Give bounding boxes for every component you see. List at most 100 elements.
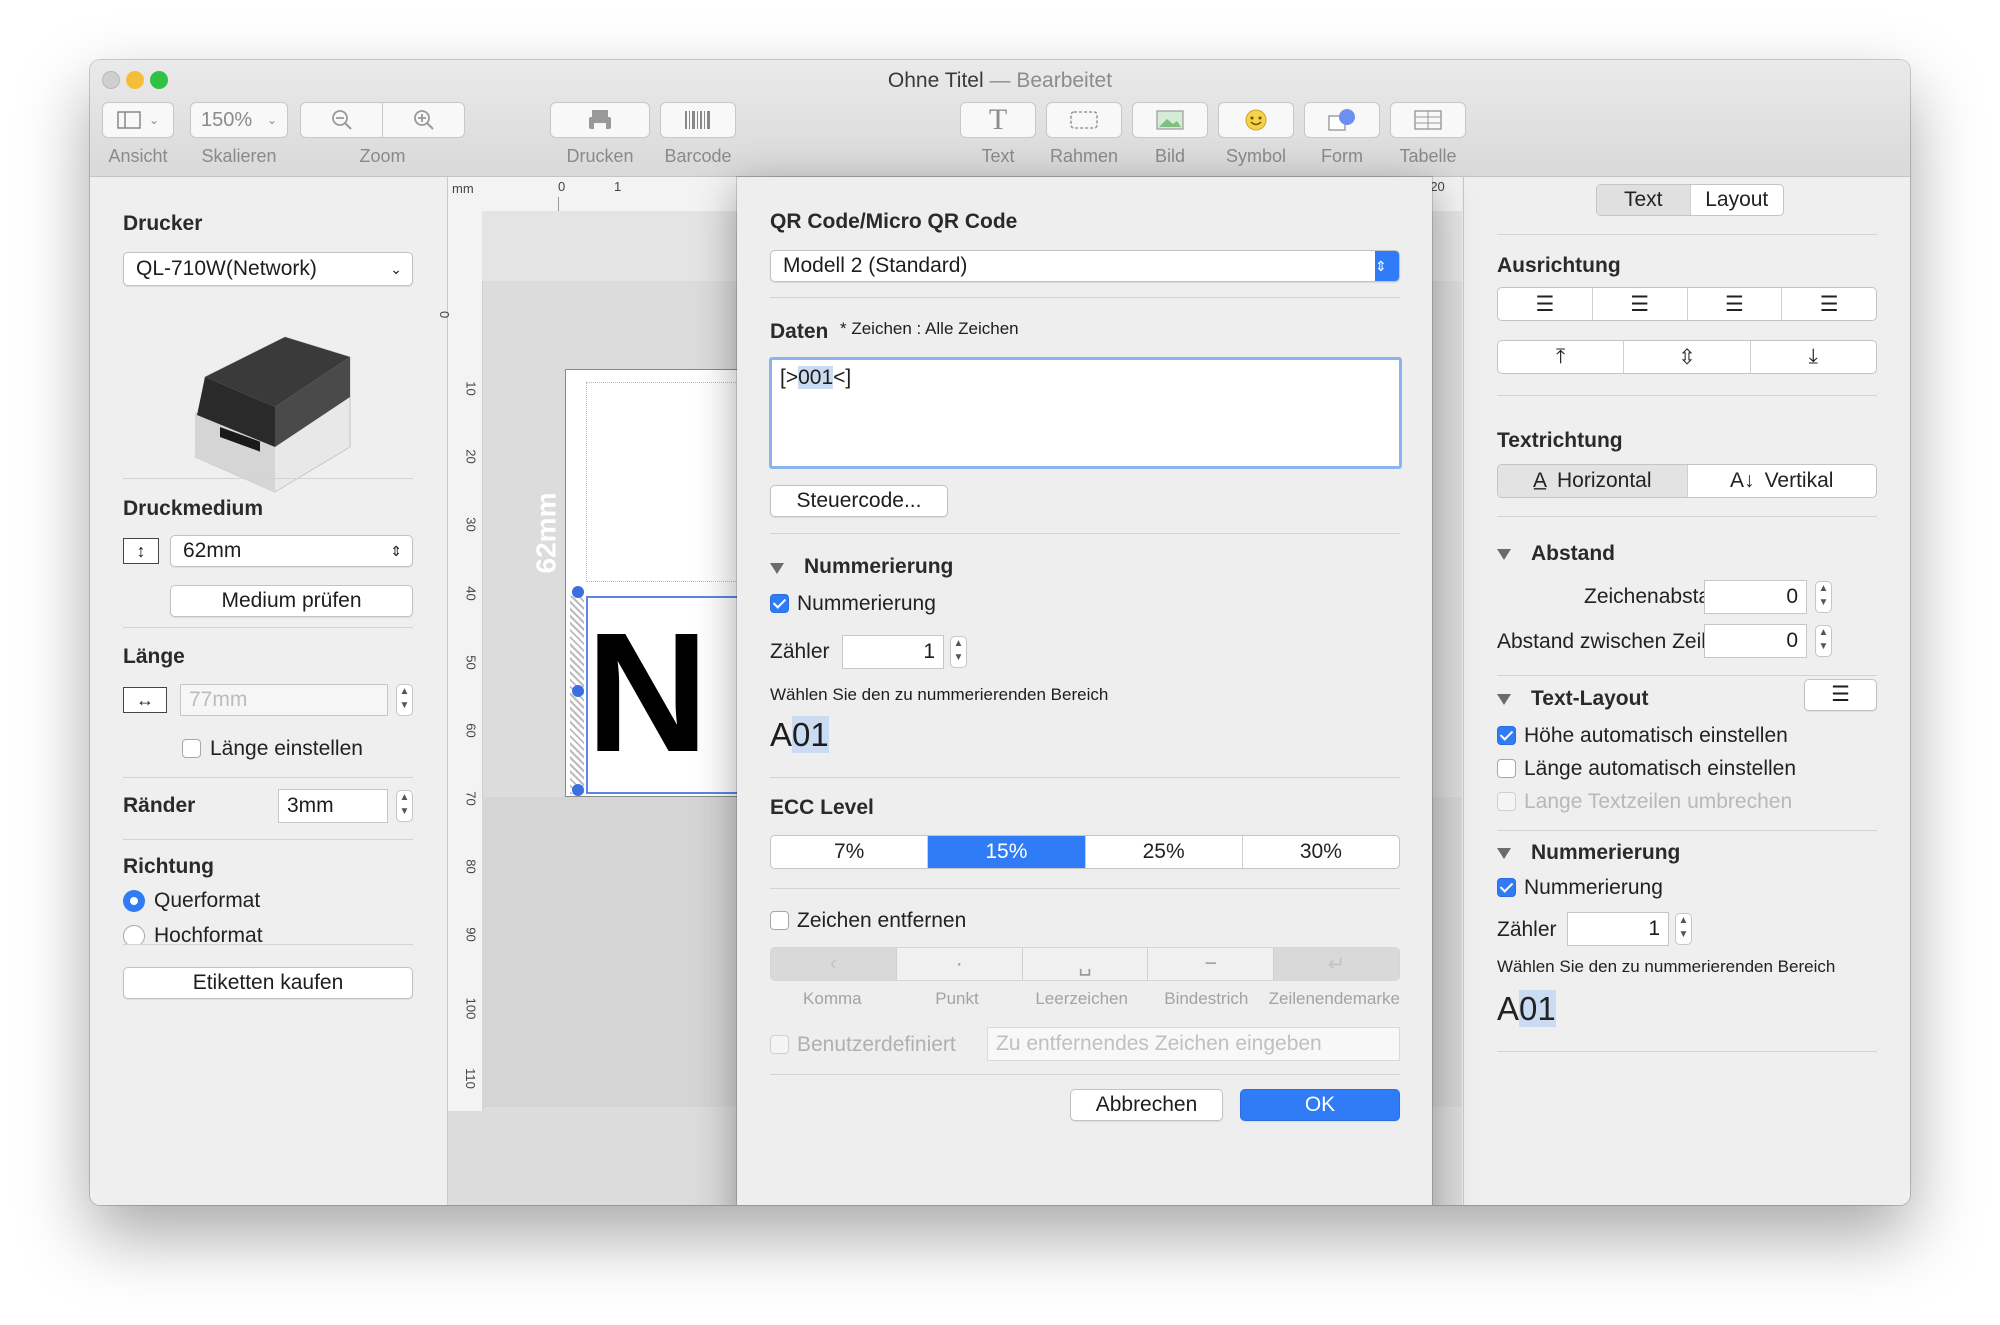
- barcode-button[interactable]: [660, 102, 736, 138]
- portrait-option[interactable]: Hochformat: [123, 919, 413, 944]
- scale-dropdown[interactable]: 150% ⌄: [190, 102, 288, 138]
- vertical-alignment-control[interactable]: ⤒ ⇳ ⤓: [1497, 340, 1877, 374]
- zoom-label: Zoom: [359, 146, 406, 166]
- align-center-button[interactable]: ☰: [1593, 288, 1688, 320]
- line-spacing-field[interactable]: 0: [1704, 624, 1807, 658]
- set-length-checkbox[interactable]: [182, 739, 201, 758]
- text-layout-button[interactable]: ☰: [1804, 679, 1877, 711]
- tab-layout[interactable]: Layout: [1691, 185, 1784, 215]
- data-textarea[interactable]: [>001<]: [769, 357, 1402, 469]
- numbering-checkbox[interactable]: [1497, 878, 1516, 897]
- length-stepper[interactable]: ▲ ▼: [396, 684, 413, 716]
- dialog-numbering-checkbox[interactable]: [770, 594, 789, 613]
- zoom-in-button[interactable]: [382, 102, 465, 138]
- insert-text-button[interactable]: T: [960, 102, 1036, 138]
- resize-handle[interactable]: [572, 586, 584, 598]
- portrait-radio[interactable]: [123, 925, 145, 944]
- insert-frame-button[interactable]: [1046, 102, 1122, 138]
- align-bottom-button[interactable]: ⤓: [1751, 341, 1876, 373]
- numbering-range-selector[interactable]: A01: [1497, 990, 1556, 1028]
- ruler-label: 70: [463, 791, 479, 806]
- chevron-down-icon: ⌄: [148, 113, 160, 127]
- disclosure-triangle-icon[interactable]: [1497, 848, 1511, 859]
- ruler-label: 100: [463, 997, 479, 1020]
- media-select[interactable]: 62mm ⇕: [170, 535, 413, 567]
- printer-select[interactable]: QL-710W(Network) ⌄: [123, 252, 413, 286]
- custom-chars-field[interactable]: Zu entfernendes Zeichen eingeben: [987, 1027, 1400, 1061]
- ecc-option-30[interactable]: 30%: [1243, 836, 1399, 868]
- remove-line-end-button[interactable]: ↵: [1274, 948, 1399, 980]
- insert-table-button[interactable]: [1390, 102, 1466, 138]
- view-button[interactable]: ⌄: [102, 102, 174, 138]
- margins-stepper[interactable]: ▲ ▼: [396, 790, 413, 822]
- align-top-button[interactable]: ⤒: [1498, 341, 1625, 373]
- auto-height-label: Höhe automatisch einstellen: [1524, 724, 1788, 747]
- remove-comma-button[interactable]: ‹: [771, 948, 897, 980]
- vertical-direction-button[interactable]: A↓ Vertikal: [1688, 465, 1877, 497]
- align-left-button[interactable]: ☰: [1498, 288, 1593, 320]
- zoom-value: 150%: [201, 108, 253, 131]
- disclosure-triangle-icon[interactable]: [770, 563, 784, 574]
- print-button[interactable]: [550, 102, 650, 138]
- disclosure-triangle-icon[interactable]: [1497, 694, 1511, 705]
- properties-tabs[interactable]: Text Layout: [1596, 184, 1784, 216]
- ecc-option-7[interactable]: 7%: [771, 836, 929, 868]
- insert-shape-button[interactable]: [1304, 102, 1380, 138]
- align-justify-button[interactable]: ☰: [1782, 288, 1876, 320]
- horizontal-alignment-control[interactable]: ☰ ☰ ☰ ☰: [1497, 287, 1877, 321]
- ruler-label: 0: [558, 179, 566, 194]
- remove-period-button[interactable]: ·: [897, 948, 1023, 980]
- landscape-radio[interactable]: [123, 890, 145, 912]
- horizontal-direction-button[interactable]: A̲ Horizontal: [1498, 465, 1688, 497]
- wrap-checkbox[interactable]: [1497, 792, 1516, 811]
- qr-model-select[interactable]: Modell 2 (Standard) ⇕: [770, 250, 1400, 282]
- char-spacing-field[interactable]: 0: [1704, 580, 1807, 614]
- ecc-option-15[interactable]: 15%: [928, 836, 1086, 868]
- tab-text[interactable]: Text: [1597, 185, 1691, 215]
- divider: [1497, 1051, 1877, 1052]
- print-label: Drucken: [566, 146, 634, 166]
- zoom-out-button[interactable]: [300, 102, 383, 138]
- dialog-counter-field[interactable]: 1: [842, 635, 944, 669]
- data-prefix: [>: [780, 366, 799, 389]
- auto-height-checkbox[interactable]: [1497, 726, 1516, 745]
- remove-space-button[interactable]: ␣: [1023, 948, 1149, 980]
- disclosure-triangle-icon[interactable]: [1497, 549, 1511, 560]
- buy-labels-button[interactable]: Etiketten kaufen: [123, 967, 413, 999]
- dialog-range-selected[interactable]: 01: [792, 716, 829, 753]
- insert-symbol-button[interactable]: [1218, 102, 1294, 138]
- remove-hyphen-button[interactable]: −: [1148, 948, 1275, 980]
- line-spacing-stepper[interactable]: ▲ ▼: [1815, 625, 1832, 657]
- cancel-button[interactable]: Abbrechen: [1070, 1089, 1223, 1121]
- margins-field[interactable]: 3mm: [278, 789, 388, 823]
- align-right-button[interactable]: ☰: [1688, 288, 1783, 320]
- dialog-counter-stepper[interactable]: ▲ ▼: [950, 636, 967, 668]
- media-value: 62mm: [183, 539, 242, 562]
- line-spacing-label: Abstand zwischen Zeilen: [1497, 630, 1730, 653]
- auto-length-checkbox[interactable]: [1497, 759, 1516, 778]
- ecc-level-control[interactable]: 7% 15% 25% 30%: [770, 835, 1400, 869]
- table-label: Tabelle: [1399, 146, 1457, 166]
- qr-code-dialog: QR Code/Micro QR Code Modell 2 (Standard…: [737, 177, 1432, 1205]
- text-direction-control[interactable]: A̲ Horizontal A↓ Vertikal: [1497, 464, 1877, 498]
- remove-chars-control[interactable]: ‹ · ␣ − ↵: [770, 947, 1400, 981]
- control-code-button[interactable]: Steuercode...: [770, 485, 948, 517]
- ecc-option-25[interactable]: 25%: [1086, 836, 1243, 868]
- range-selected[interactable]: 01: [1519, 990, 1556, 1027]
- counter-stepper[interactable]: ▲ ▼: [1675, 913, 1692, 945]
- resize-handle[interactable]: [572, 685, 584, 697]
- insert-image-button[interactable]: [1132, 102, 1208, 138]
- counter-field[interactable]: 1: [1567, 912, 1669, 946]
- align-middle-button[interactable]: ⇳: [1624, 341, 1751, 373]
- ruler-label: 20: [463, 449, 479, 464]
- ok-button[interactable]: OK: [1240, 1089, 1400, 1121]
- char-spacing-stepper[interactable]: ▲ ▼: [1815, 581, 1832, 613]
- resize-handle[interactable]: [572, 784, 584, 796]
- zoom-in-icon: [413, 110, 434, 130]
- custom-chars-checkbox[interactable]: [770, 1035, 789, 1054]
- remove-chars-checkbox[interactable]: [770, 911, 789, 930]
- text-direction-heading: Textrichtung: [1497, 429, 1623, 452]
- dialog-range-selector[interactable]: A01: [770, 716, 829, 754]
- length-field[interactable]: 77mm: [180, 684, 388, 716]
- check-media-button[interactable]: Medium prüfen: [170, 585, 413, 617]
